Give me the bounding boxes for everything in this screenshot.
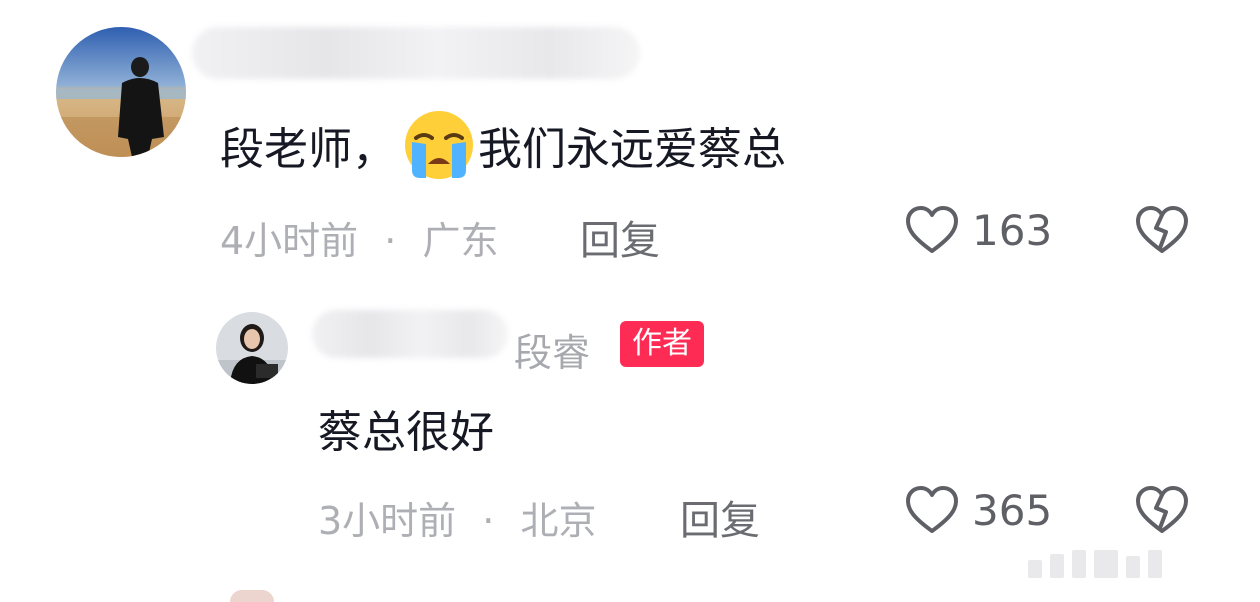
loudly-crying-face-icon [402,108,476,182]
heart-icon [904,204,960,256]
reply-meta: 3小时前 · 北京 [318,490,596,545]
comment-time: 4小时前 [220,219,359,263]
commenter-avatar[interactable] [56,27,186,157]
reply-button[interactable]: 回复 [580,208,660,266]
comment-text-end: 我们永远爱蔡总 [478,124,786,175]
reply-time: 3小时前 [318,499,457,543]
comment-text: 段老师， 我们永远爱蔡总 [220,108,786,182]
signal-strip-decoration [1020,548,1162,578]
reply-location: 北京 [520,499,597,543]
reply-button[interactable]: 回复 [680,488,760,546]
author-name[interactable]: 段睿 [514,322,590,377]
meta-separator: · [384,219,397,263]
commenter-name-blurred[interactable] [192,27,640,79]
like-button[interactable]: 365 [904,484,1052,536]
author-avatar[interactable] [216,312,288,384]
comment-location: 广东 [422,219,499,263]
author-avatar-image [216,312,288,384]
like-count: 163 [972,205,1053,255]
dislike-button[interactable] [1134,204,1190,256]
like-button[interactable]: 163 [904,204,1052,256]
reply-text: 蔡总很好 [318,407,494,458]
like-count: 365 [972,485,1053,535]
next-avatar-edge [230,590,274,602]
broken-heart-icon [1136,206,1188,253]
meta-separator: · [482,499,495,543]
comment-meta: 4小时前 · 广东 [220,210,498,265]
author-badge: 作者 [620,321,704,367]
broken-heart-icon [1136,486,1188,533]
heart-icon [904,484,960,536]
commenter-avatar-image [56,27,186,157]
dislike-button[interactable] [1134,484,1190,536]
author-name-blurred[interactable] [312,310,508,358]
comment-text-start: 段老师， [220,124,396,175]
